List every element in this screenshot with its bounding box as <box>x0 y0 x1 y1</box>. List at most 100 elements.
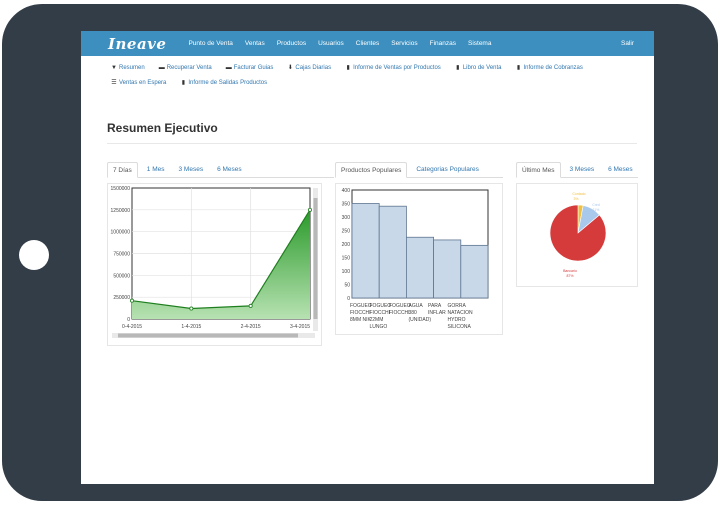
pie-value-label: 11% <box>593 208 600 212</box>
x-tick-label: (UNIDAD) <box>409 317 432 323</box>
pie-label: Cred <box>592 203 600 207</box>
tab-categorias-populares[interactable]: Categorias Populares <box>411 162 484 178</box>
x-tick-label: 2-4-2015 <box>241 324 261 330</box>
data-point[interactable] <box>307 207 312 212</box>
tab-1-mes[interactable]: 1 Mes <box>142 162 170 178</box>
subnav-link-recuperar-venta[interactable]: ▬ Recuperar Venta <box>159 64 212 71</box>
y-tick-label: 1250000 <box>111 208 131 214</box>
subnav-label: Informe de Ventas por Productos <box>353 64 441 71</box>
nav-item-sistema[interactable]: Sistema <box>468 40 491 47</box>
logout-link[interactable]: Salir <box>621 40 634 47</box>
x-tick-label: 22MM <box>370 317 384 323</box>
subnav-link-informe-de-salidas-productos[interactable]: ▮ Informe de Salidas Productos <box>180 79 267 87</box>
nav-item-ventas[interactable]: Ventas <box>245 40 265 47</box>
bar[interactable] <box>406 236 435 299</box>
file-icon: ▮ <box>516 65 521 71</box>
y-tick-label: 250000 <box>113 295 130 301</box>
subnav-link-facturar-guias[interactable]: ▬ Facturar Guias <box>226 64 274 71</box>
subnav-label: Recuperar Venta <box>166 64 212 71</box>
x-tick-label: INFLAR <box>428 310 446 316</box>
file-icon: ▮ <box>181 80 186 86</box>
y-tick-label: 300 <box>342 215 351 221</box>
x-tick-label: 380 <box>409 310 418 316</box>
file-icon: ▮ <box>456 65 460 71</box>
popular-products-bar-chart: 400350300250200150100500FOGUEOFIOCCHI8MM… <box>342 188 489 330</box>
x-tick-label: FIOCCHI <box>370 310 391 316</box>
y-tick-label: 0 <box>347 296 350 302</box>
y-tick-label: 150 <box>342 256 351 262</box>
pie-label: Bancario <box>563 269 577 273</box>
nav-item-servicios[interactable]: Servicios <box>391 40 417 47</box>
bar[interactable] <box>351 203 380 299</box>
subnav-link-resumen[interactable]: ▼ Resumen <box>111 64 145 71</box>
tab-3-meses[interactable]: 3 Meses <box>565 162 600 178</box>
subnav-link-informe-de-ventas-por-productos[interactable]: ▮ Informe de Ventas por Productos <box>345 64 441 72</box>
x-tick-label: 1-4-2015 <box>181 324 201 330</box>
sales-period-tabs: 7 Días 1 Mes 3 Meses 6 Meses <box>107 162 334 178</box>
x-tick-label: FIOCCHI <box>350 310 371 316</box>
subnav-link-informe-de-cobranzas[interactable]: ▮ Informe de Cobranzas <box>516 64 583 72</box>
y-tick-label: 250 <box>342 229 351 235</box>
data-point[interactable] <box>129 298 134 303</box>
y-tick-label: 50 <box>344 283 350 289</box>
vertical-scroll-thumb[interactable] <box>313 198 318 319</box>
sales-chart-panel: 1500000 1250000 1000000 750000 500000 250000 0… <box>107 183 322 346</box>
bar[interactable] <box>460 244 489 299</box>
subnav-label: Informe de Cobranzas <box>523 64 583 71</box>
tab-6-meses[interactable]: 6 Meses <box>212 162 247 178</box>
nav-item-usuarios[interactable]: Usuarios <box>318 40 344 47</box>
popular-tabs: Productos Populares Categorias Populares <box>335 162 503 178</box>
home-button[interactable] <box>19 240 49 270</box>
bar[interactable] <box>378 205 407 299</box>
subnav-link-ventas-en-espera[interactable]: ☰ Ventas en Espera <box>111 79 166 87</box>
list-icon: ☰ <box>111 80 117 86</box>
nav-item-productos[interactable]: Productos <box>277 40 306 47</box>
subnav-label: Facturar Guias <box>233 64 274 71</box>
y-tick-label: 100 <box>342 269 351 275</box>
products-chart-panel: 400 350 300 250 200 150 100 50 0 FOGUEO FIOCCHI 8MM… <box>335 183 503 335</box>
y-tick-label: 350 <box>342 202 351 208</box>
sales-area-chart: 1500000 1250000 1000000 750000 500000 250000 0… <box>111 186 318 338</box>
y-tick-label: 750000 <box>113 252 130 258</box>
subnav-label: Resumen <box>119 64 145 71</box>
x-tick-label: FOGUEO <box>350 303 372 309</box>
tab-productos-populares[interactable]: Productos Populares <box>335 162 408 178</box>
tab-ultimo-mes[interactable]: Último Mes <box>516 162 561 178</box>
pie-label: Contado <box>572 192 585 196</box>
x-tick-label: FOGUEO <box>389 303 411 309</box>
tab-7-dias[interactable]: 7 Días <box>107 162 138 178</box>
y-tick-label: 1500000 <box>111 186 131 192</box>
tab-6-meses[interactable]: 6 Meses <box>603 162 638 178</box>
subnav-link-cajas-diarias[interactable]: ⬇ Cajas Diarias <box>287 64 331 72</box>
horizontal-scroll-thumb[interactable] <box>118 333 298 338</box>
folder-open-icon: ▬ <box>225 64 232 71</box>
data-point[interactable] <box>189 306 194 311</box>
sub-navigation: ▼ Resumen ▬ Recuperar Venta ▬ Facturar Guias ⬇… <box>111 64 631 87</box>
brand-logo[interactable]: Ineave <box>108 35 166 53</box>
x-tick-label: FOGUEO <box>370 303 392 309</box>
nav-item-finanzas[interactable]: Finanzas <box>430 40 456 47</box>
x-tick-label: 8MM NIK <box>350 317 372 323</box>
y-tick-label: 400 <box>342 188 351 194</box>
x-tick-label: PARA <box>428 303 442 309</box>
x-tick-label: GORRA <box>448 303 467 309</box>
x-tick-label: SILICONA <box>448 324 472 330</box>
x-tick-label: FIOCCHI <box>389 310 410 316</box>
nav-item-punto-de-venta[interactable]: Punto de Venta <box>188 40 232 47</box>
y-tick-label: 200 <box>342 242 351 248</box>
x-tick-label: 3-4-2015 <box>290 324 310 330</box>
page-title: Resumen Ejecutivo <box>107 121 218 135</box>
x-tick-label: AGUA <box>409 303 424 309</box>
data-point[interactable] <box>248 303 253 308</box>
payment-pie-chart: Contado3% Cred11% Bancario87% <box>549 192 607 278</box>
bar[interactable] <box>433 239 462 299</box>
nav-menu: Punto de Venta Ventas Productos Usuarios Cli… <box>188 40 503 47</box>
payment-pie-panel: Contado 3% Cred 11% Bancario 87% <box>516 183 638 287</box>
app-screen: Ineave Punto de Venta Ventas Productos Usua… <box>81 31 654 484</box>
filter-icon: ▼ <box>111 64 117 71</box>
subnav-link-libro-de-venta[interactable]: ▮ Libro de Venta <box>455 64 501 72</box>
x-tick-label: 0-4-2015 <box>122 324 142 330</box>
folder-open-icon: ▬ <box>158 64 165 71</box>
nav-item-clientes[interactable]: Clientes <box>356 40 379 47</box>
tab-3-meses[interactable]: 3 Meses <box>174 162 209 178</box>
